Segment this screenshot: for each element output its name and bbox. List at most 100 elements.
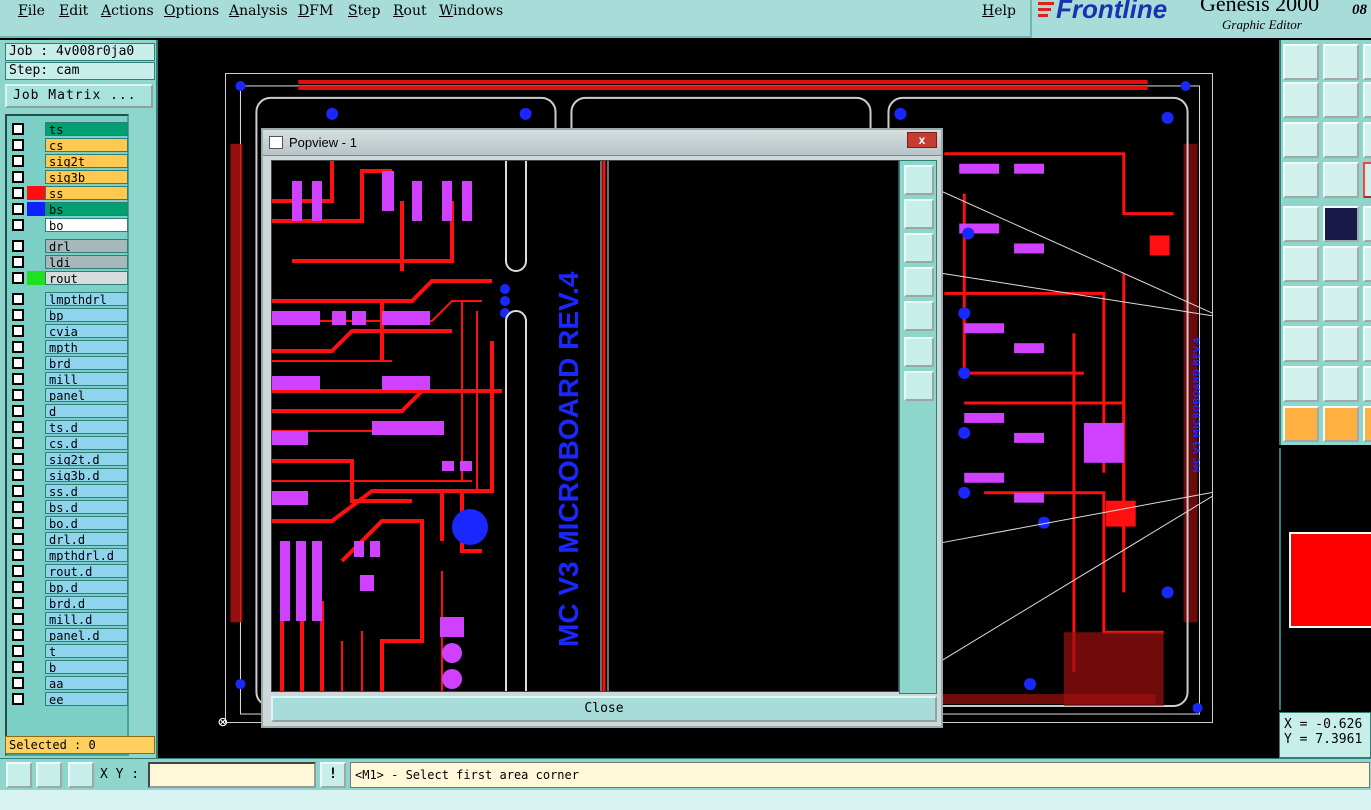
layer-checkbox[interactable]: [12, 485, 24, 497]
layer-checkbox[interactable]: [12, 272, 24, 284]
layer-row[interactable]: ldi: [9, 255, 128, 269]
layer-name[interactable]: mill: [45, 372, 128, 386]
layer-row[interactable]: bo.d: [9, 516, 128, 530]
pan-up-icon[interactable]: [904, 199, 934, 229]
pan-right-icon[interactable]: [1363, 44, 1371, 80]
cross-icon[interactable]: [1323, 246, 1359, 282]
split-line-icon[interactable]: [1323, 326, 1359, 362]
zoom-in-icon[interactable]: [1363, 82, 1371, 118]
zoom-home-icon[interactable]: [1323, 122, 1359, 158]
layer-checkbox[interactable]: [12, 597, 24, 609]
measure-icon[interactable]: [1363, 162, 1371, 198]
menu-rout[interactable]: Rout: [393, 3, 427, 19]
layer-row[interactable]: bs.d: [9, 500, 128, 514]
layer-name[interactable]: lmpthdrl: [45, 292, 128, 306]
layer-name[interactable]: bs: [45, 202, 128, 216]
layer-row[interactable]: sig3b: [9, 170, 128, 184]
layer-name[interactable]: mpthdrl.d: [45, 548, 128, 562]
triangle-icon[interactable]: [1323, 366, 1359, 402]
snap-icon[interactable]: [1283, 162, 1319, 198]
layer-name[interactable]: panel.d: [45, 628, 128, 642]
layer-checkbox[interactable]: [12, 325, 24, 337]
layer-checkbox[interactable]: [12, 469, 24, 481]
angle-snap-icon[interactable]: [36, 762, 62, 788]
layer-row[interactable]: ts.d: [9, 420, 128, 434]
pan-right-icon[interactable]: [1323, 82, 1359, 118]
layer-row[interactable]: b: [9, 660, 128, 674]
layer-checkbox[interactable]: [12, 341, 24, 353]
layer-row[interactable]: cvia: [9, 324, 128, 338]
select-area-icon[interactable]: [1323, 406, 1359, 442]
layer-checkbox[interactable]: [12, 373, 24, 385]
menu-windows[interactable]: Windows: [439, 3, 503, 19]
layer-checkbox[interactable]: [12, 581, 24, 593]
layer-checkbox[interactable]: [12, 613, 24, 625]
menu-file[interactable]: File: [18, 3, 45, 19]
layer-row[interactable]: aa: [9, 676, 128, 690]
layer-name[interactable]: mpth: [45, 340, 128, 354]
layer-checkbox[interactable]: [12, 123, 24, 135]
layer-name[interactable]: bs.d: [45, 500, 128, 514]
layer-name[interactable]: ldi: [45, 255, 128, 269]
pan-right-icon[interactable]: [904, 301, 934, 331]
angle-icon[interactable]: [1283, 366, 1319, 402]
layer-row[interactable]: mpth: [9, 340, 128, 354]
layer-checkbox[interactable]: [12, 565, 24, 577]
menu-dfm[interactable]: DFM: [298, 3, 333, 19]
snap-grid-icon[interactable]: [6, 762, 32, 788]
menu-actions[interactable]: Actions: [101, 3, 154, 19]
shape-icon[interactable]: [1363, 366, 1371, 402]
layer-checkbox[interactable]: [12, 240, 24, 252]
layer-name[interactable]: sig3b.d: [45, 468, 128, 482]
menu-options[interactable]: Options: [164, 3, 219, 19]
layer-row[interactable]: rout.d: [9, 564, 128, 578]
layer-name[interactable]: bo.d: [45, 516, 128, 530]
layer-checkbox[interactable]: [12, 501, 24, 513]
layer-row[interactable]: mpthdrl.d: [9, 548, 128, 562]
add-pad-icon[interactable]: [1283, 206, 1319, 242]
layer-name[interactable]: sig2t.d: [45, 452, 128, 466]
layer-name[interactable]: cs: [45, 138, 128, 152]
layer-row[interactable]: sig2t: [9, 154, 128, 168]
add-surface-icon[interactable]: [1323, 206, 1359, 242]
layer-checkbox[interactable]: [12, 533, 24, 545]
layer-row[interactable]: cs.d: [9, 436, 128, 450]
pan-left-icon[interactable]: [904, 267, 934, 297]
arc-icon[interactable]: [1363, 286, 1371, 322]
xy-input[interactable]: [148, 762, 316, 788]
layer-checkbox[interactable]: [12, 187, 24, 199]
layer-row[interactable]: d: [9, 404, 128, 418]
pan-down-icon[interactable]: [904, 233, 934, 263]
layer-row[interactable]: drl.d: [9, 532, 128, 546]
job-matrix-button[interactable]: Job Matrix ...: [5, 84, 153, 108]
layer-name[interactable]: panel: [45, 388, 128, 402]
zoom-fit-icon[interactable]: [904, 337, 934, 367]
zoom-home-icon[interactable]: [904, 371, 934, 401]
layer-checkbox[interactable]: [12, 357, 24, 369]
layer-row[interactable]: bp.d: [9, 580, 128, 594]
layer-checkbox[interactable]: [12, 155, 24, 167]
layer-checkbox[interactable]: [12, 661, 24, 673]
layer-row[interactable]: sig2t.d: [9, 452, 128, 466]
layer-checkbox[interactable]: [12, 645, 24, 657]
line-icon[interactable]: [1283, 286, 1319, 322]
node-icon[interactable]: [1363, 246, 1371, 282]
layer-row[interactable]: lmpthdrl: [9, 292, 128, 306]
layer-name[interactable]: cvia: [45, 324, 128, 338]
layer-name[interactable]: cs.d: [45, 436, 128, 450]
layer-checkbox[interactable]: [12, 405, 24, 417]
layer-checkbox[interactable]: [12, 693, 24, 705]
layer-name[interactable]: ts: [45, 122, 128, 136]
layer-checkbox[interactable]: [12, 453, 24, 465]
zoom-out-icon[interactable]: [1363, 122, 1371, 158]
connect-icon[interactable]: [1283, 246, 1319, 282]
layer-checkbox[interactable]: [12, 677, 24, 689]
line-edit-icon[interactable]: [1323, 286, 1359, 322]
layer-checkbox[interactable]: [12, 421, 24, 433]
layer-row[interactable]: panel.d: [9, 628, 128, 642]
layer-row[interactable]: drl: [9, 239, 128, 253]
popview-close-button[interactable]: Close: [271, 696, 937, 722]
pan-left-icon[interactable]: [1283, 82, 1319, 118]
layer-checkbox[interactable]: [12, 549, 24, 561]
layer-name[interactable]: ts.d: [45, 420, 128, 434]
